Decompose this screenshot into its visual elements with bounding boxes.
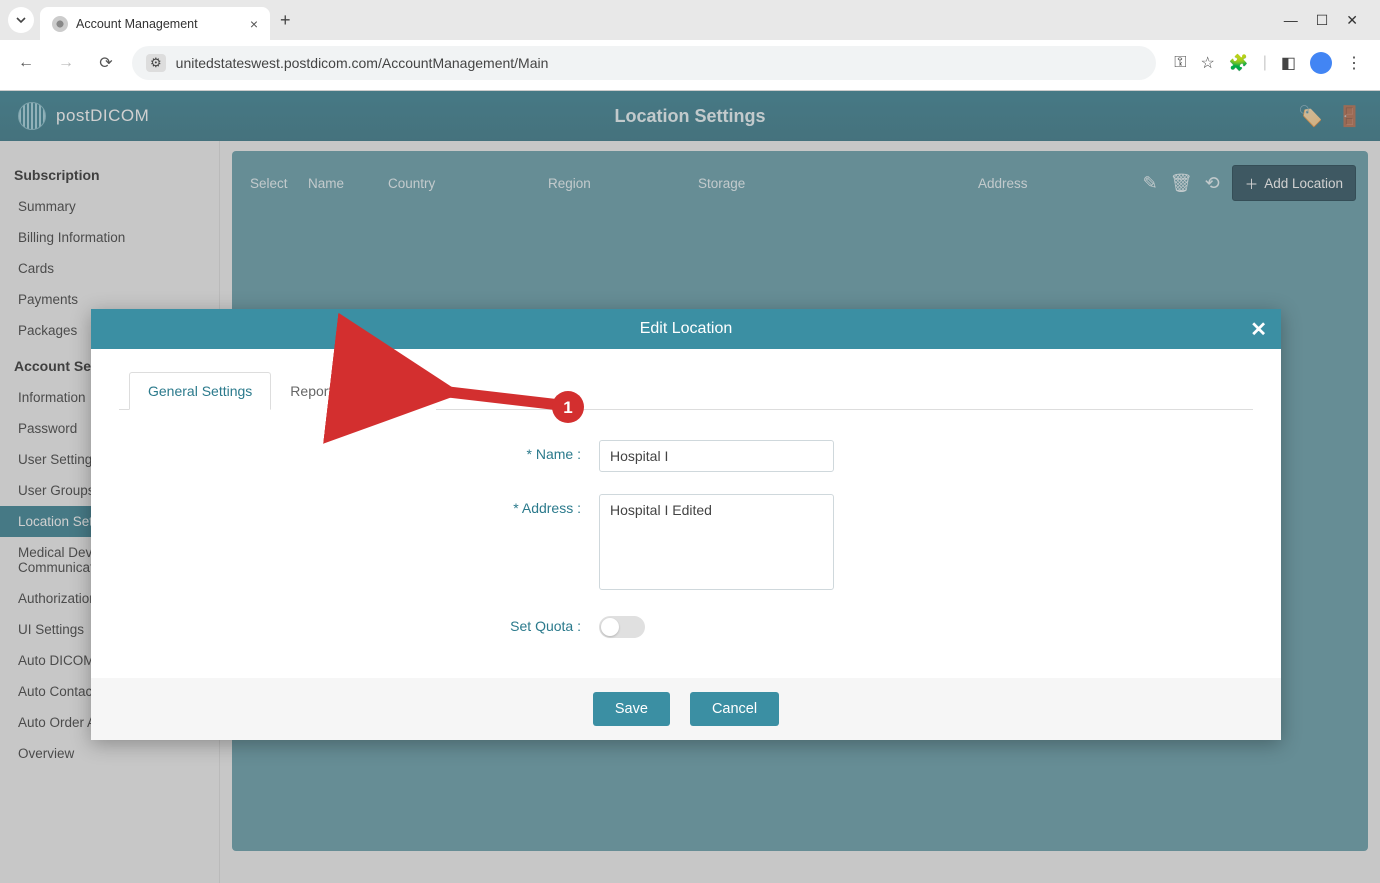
extensions-icon[interactable]: 🧩 [1229,53,1249,73]
new-tab-button[interactable]: + [280,10,291,31]
app-container: postDICOM Location Settings 🏷️ 🚪 Subscri… [0,91,1380,883]
name-label: * Name : [119,440,599,462]
save-button[interactable]: Save [593,692,670,726]
general-settings-form: * Name : * Address : Set Quota : [119,410,1253,670]
address-label: * Address : [119,494,599,516]
bookmark-star-icon[interactable]: ☆ [1200,53,1214,73]
maximize-icon[interactable]: ☐ [1316,12,1329,29]
name-input[interactable] [599,440,834,472]
browser-chrome: Account Management × + — ☐ ✕ ← → ⟳ ⚙ uni… [0,0,1380,91]
modal-header: Edit Location ✕ [91,309,1281,349]
close-tab-icon[interactable]: × [250,16,258,32]
minimize-icon[interactable]: — [1284,12,1298,29]
tab-list-dropdown[interactable] [8,7,34,33]
forward-button[interactable]: → [52,54,80,72]
address-bar: ← → ⟳ ⚙ unitedstateswest.postdicom.com/A… [0,40,1380,90]
profile-avatar[interactable] [1310,52,1332,74]
favicon-icon [52,16,68,32]
close-window-icon[interactable]: ✕ [1346,12,1358,29]
back-button[interactable]: ← [12,54,40,72]
browser-tab[interactable]: Account Management × [40,7,270,41]
quota-label: Set Quota : [119,612,599,634]
modal-close-button[interactable]: ✕ [1250,317,1267,342]
modal-title: Edit Location [640,320,733,338]
set-quota-toggle[interactable] [599,616,645,638]
window-controls: — ☐ ✕ [1284,12,1372,29]
site-settings-icon[interactable]: ⚙ [146,54,166,72]
tab-report-print-options[interactable]: Report Print Options [271,372,436,410]
url-text: unitedstateswest.postdicom.com/AccountMa… [176,55,549,71]
side-panel-icon[interactable]: ◧ [1281,53,1296,73]
browser-tab-bar: Account Management × + — ☐ ✕ [0,0,1380,40]
kebab-menu-icon[interactable]: ⋮ [1346,53,1362,73]
address-textarea[interactable] [599,494,834,590]
url-field[interactable]: ⚙ unitedstateswest.postdicom.com/Account… [132,46,1156,80]
modal-tabs: General Settings Report Print Options [119,371,1253,410]
tab-title: Account Management [76,17,198,31]
reload-button[interactable]: ⟳ [92,53,120,73]
tab-general-settings[interactable]: General Settings [129,372,271,410]
modal-footer: Save Cancel [91,678,1281,740]
edit-location-modal: Edit Location ✕ General Settings Report … [91,309,1281,740]
cancel-button[interactable]: Cancel [690,692,779,726]
password-key-icon[interactable]: ⚿ [1174,54,1186,72]
